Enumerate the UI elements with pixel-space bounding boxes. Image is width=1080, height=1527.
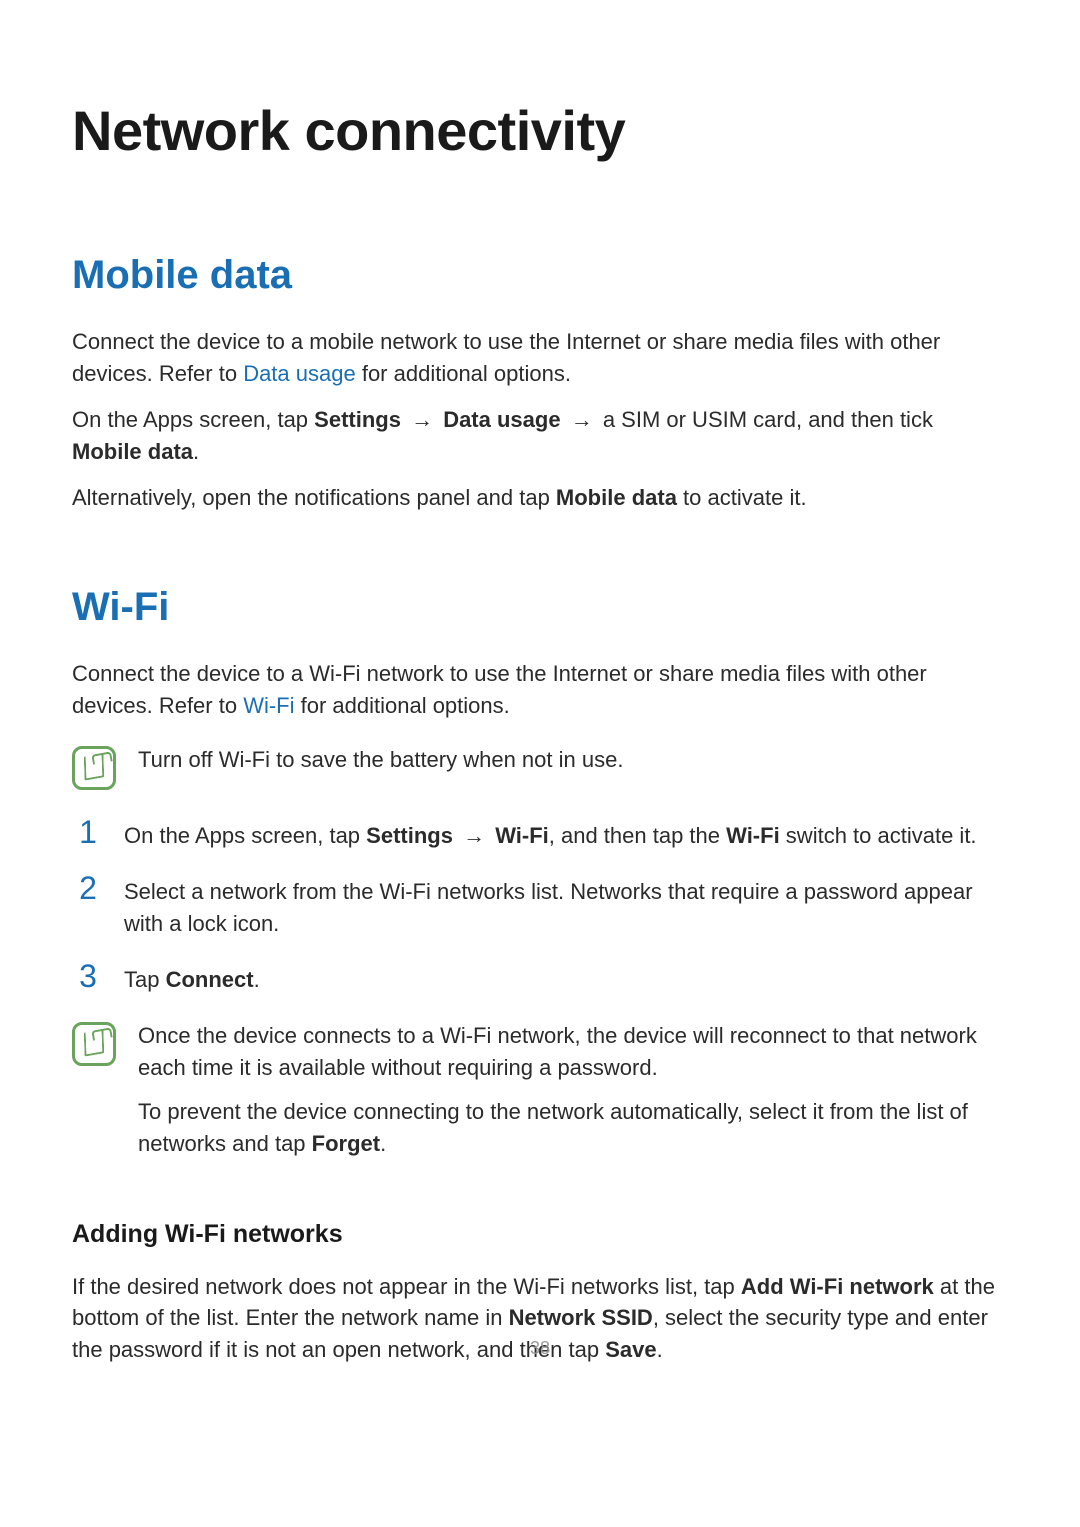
ui-network-ssid: Network SSID: [509, 1305, 653, 1330]
step-1: 1 On the Apps screen, tap Settings → Wi-…: [72, 820, 1008, 852]
text: On the Apps screen, tap: [124, 823, 366, 848]
note-body: Turn off Wi-Fi to save the battery when …: [138, 744, 1008, 788]
step-number: 3: [72, 960, 104, 992]
note-text: Turn off Wi-Fi to save the battery when …: [138, 744, 1008, 776]
step-3-text: Tap Connect.: [124, 964, 1008, 996]
arrow-icon: →: [561, 407, 603, 432]
step-1-text: On the Apps screen, tap Settings → Wi-Fi…: [124, 820, 1008, 852]
note-body: Once the device connects to a Wi-Fi netw…: [138, 1020, 1008, 1172]
text: for additional options.: [356, 361, 571, 386]
note-block: Once the device connects to a Wi-Fi netw…: [72, 1020, 1008, 1172]
link-wifi[interactable]: Wi-Fi: [243, 693, 294, 718]
note-icon: [72, 1022, 116, 1066]
page-title: Network connectivity: [72, 98, 1008, 163]
text: Alternatively, open the notifications pa…: [72, 485, 556, 510]
ui-settings: Settings: [314, 407, 401, 432]
text: , and then tap the: [549, 823, 726, 848]
step-number: 2: [72, 872, 104, 904]
step-2: 2 Select a network from the Wi-Fi networ…: [72, 876, 1008, 940]
step-body: Select a network from the Wi-Fi networks…: [124, 876, 1008, 940]
text: for additional options.: [295, 693, 510, 718]
text: .: [193, 439, 199, 464]
ui-data-usage: Data usage: [443, 407, 560, 432]
heading-adding-wifi: Adding Wi-Fi networks: [72, 1220, 1008, 1249]
step-body: Tap Connect.: [124, 964, 1008, 996]
text: Tap: [124, 967, 166, 992]
heading-mobile-data: Mobile data: [72, 253, 1008, 298]
step-2-text: Select a network from the Wi-Fi networks…: [124, 876, 1008, 940]
ui-mobile-data: Mobile data: [556, 485, 677, 510]
note-block: Turn off Wi-Fi to save the battery when …: [72, 744, 1008, 790]
steps-list: 1 On the Apps screen, tap Settings → Wi-…: [72, 820, 1008, 996]
text: To prevent the device connecting to the …: [138, 1099, 968, 1156]
step-body: On the Apps screen, tap Settings → Wi-Fi…: [124, 820, 1008, 852]
section-wifi: Wi-Fi Connect the device to a Wi-Fi netw…: [72, 585, 1008, 1366]
mobile-data-paragraph-3: Alternatively, open the notifications pa…: [72, 482, 1008, 514]
text: switch to activate it.: [780, 823, 977, 848]
text: to activate it.: [677, 485, 807, 510]
link-data-usage[interactable]: Data usage: [243, 361, 356, 386]
heading-wifi: Wi-Fi: [72, 585, 1008, 630]
step-number: 1: [72, 816, 104, 848]
text: On the Apps screen, tap: [72, 407, 314, 432]
arrow-icon: →: [401, 407, 443, 432]
section-mobile-data: Mobile data Connect the device to a mobi…: [72, 253, 1008, 513]
ui-connect: Connect: [166, 967, 254, 992]
page-number: 38: [0, 1338, 1080, 1359]
text: If the desired network does not appear i…: [72, 1274, 741, 1299]
text: .: [254, 967, 260, 992]
wifi-paragraph-1: Connect the device to a Wi-Fi network to…: [72, 658, 1008, 722]
ui-forget: Forget: [312, 1131, 380, 1156]
text: a SIM or USIM card, and then tick: [603, 407, 933, 432]
ui-add-wifi-network: Add Wi-Fi network: [741, 1274, 934, 1299]
note-text: Once the device connects to a Wi-Fi netw…: [138, 1020, 1000, 1084]
ui-mobile-data: Mobile data: [72, 439, 193, 464]
text: .: [380, 1131, 386, 1156]
step-3: 3 Tap Connect.: [72, 964, 1008, 996]
note-text: To prevent the device connecting to the …: [138, 1096, 1000, 1160]
ui-wifi-switch: Wi-Fi: [726, 823, 780, 848]
ui-settings: Settings: [366, 823, 453, 848]
mobile-data-paragraph-1: Connect the device to a mobile network t…: [72, 326, 1008, 390]
ui-wifi: Wi-Fi: [495, 823, 549, 848]
arrow-icon: →: [453, 823, 495, 848]
mobile-data-paragraph-2: On the Apps screen, tap Settings → Data …: [72, 404, 1008, 468]
note-icon: [72, 746, 116, 790]
